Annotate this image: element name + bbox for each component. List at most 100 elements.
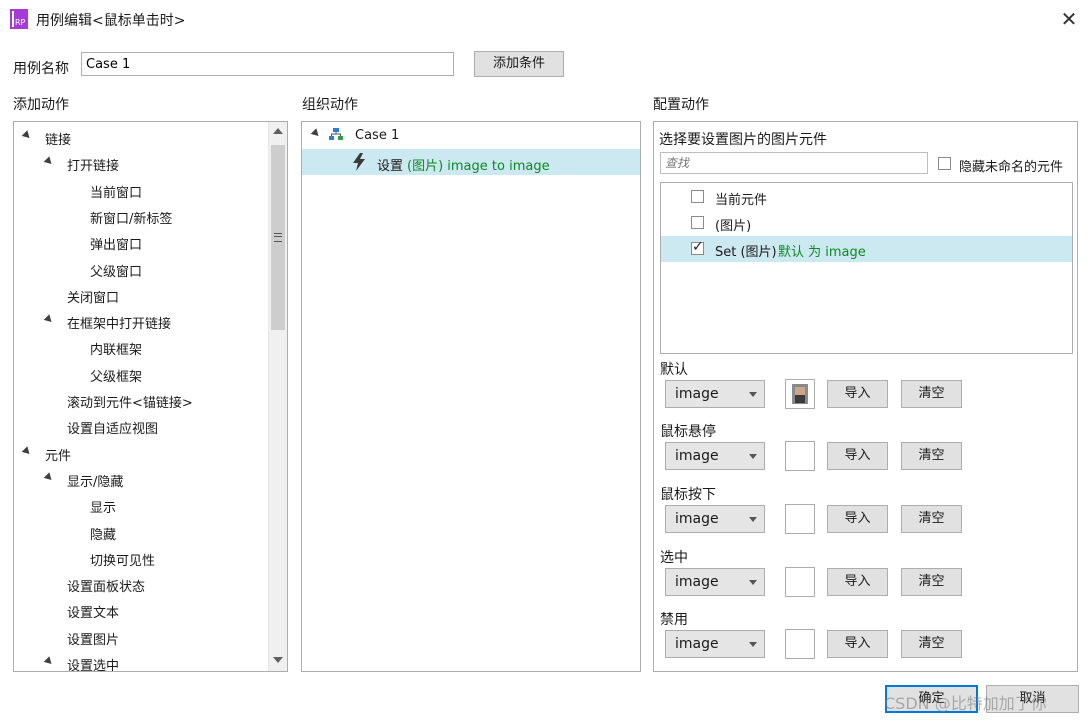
tree-item-label: 新窗口/新标签	[90, 211, 173, 227]
widget-item[interactable]: (图片)	[661, 210, 1072, 236]
close-button[interactable]: ✕	[1056, 6, 1082, 32]
action-tree-item[interactable]: 设置 (图片) image to image	[302, 149, 640, 175]
expand-triangle-icon[interactable]	[310, 128, 322, 139]
state-select-mousedown[interactable]: image	[665, 505, 765, 533]
tree-item[interactable]: 滚动到元件<锚链接>	[14, 390, 269, 412]
expand-triangle-icon[interactable]	[21, 445, 33, 457]
axure-rp-icon: RP	[10, 9, 28, 29]
hide-unnamed-label: 隐藏未命名的元件	[959, 160, 1064, 175]
case-name-input[interactable]	[81, 52, 454, 76]
tree-item-label: 滚动到元件<锚链接>	[67, 396, 193, 411]
clear-button[interactable]: 清空	[901, 442, 962, 470]
clear-button[interactable]: 清空	[901, 630, 962, 658]
case-name-label: 用例名称	[13, 61, 69, 77]
widget-label: 当前元件	[715, 193, 768, 208]
import-button[interactable]: 导入	[827, 380, 888, 408]
lightning-icon	[352, 153, 366, 171]
tree-item[interactable]: 隐藏	[14, 522, 269, 544]
widget-checkbox[interactable]	[691, 216, 704, 229]
tree-item[interactable]: 在框架中打开链接	[14, 311, 269, 333]
add-condition-button[interactable]: 添加条件	[474, 51, 564, 77]
tree-item-label: 链接	[45, 133, 72, 148]
action-prefix: 设置	[377, 159, 404, 174]
case-tree-item[interactable]: Case 1	[302, 122, 640, 148]
window-title: 用例编辑<鼠标单击时>	[36, 13, 186, 29]
state-select-hover[interactable]: image	[665, 442, 765, 470]
tree-item[interactable]: 设置选中	[14, 653, 269, 671]
state-select-selected[interactable]: image	[665, 568, 765, 596]
configure-action-panel: 选择要设置图片的图片元件 隐藏未命名的元件 当前元件 (图片) Set (图片)…	[653, 121, 1078, 672]
tree-item-label: 父级窗口	[90, 264, 143, 280]
tree-item-label: 在框架中打开链接	[67, 317, 172, 333]
scroll-down-icon[interactable]	[273, 657, 283, 663]
tree-item[interactable]: 打开链接	[14, 153, 269, 175]
widget-item[interactable]: 当前元件	[661, 184, 1072, 210]
tree-item[interactable]: 元件	[14, 443, 269, 465]
expand-triangle-icon[interactable]	[43, 156, 55, 168]
tree-item[interactable]: 新窗口/新标签	[14, 206, 269, 228]
expand-triangle-icon[interactable]	[43, 656, 55, 667]
search-input[interactable]	[660, 152, 928, 174]
tree-item[interactable]: 父级窗口	[14, 259, 269, 281]
tree-item[interactable]: 切换可见性	[14, 548, 269, 570]
widget-label: (图片)	[715, 219, 752, 234]
title-bar: RP 用例编辑<鼠标单击时> ✕	[0, 0, 1092, 38]
widget-checkbox[interactable]	[691, 190, 704, 203]
clear-button[interactable]: 清空	[901, 568, 962, 596]
tree-item-label: 关闭窗口	[67, 290, 120, 306]
tree-item-label: 内联框架	[90, 343, 143, 359]
tree-item-label: 父级框架	[90, 369, 143, 385]
clear-button[interactable]: 清空	[901, 380, 962, 408]
tree-item-label: 切换可见性	[90, 553, 156, 569]
widget-list[interactable]: 当前元件 (图片) Set (图片) 默认 为 image	[660, 182, 1073, 354]
hide-unnamed-checkbox[interactable]	[938, 157, 951, 170]
tree-item[interactable]: 链接	[14, 127, 269, 149]
expand-triangle-icon[interactable]	[21, 130, 33, 141]
tree-item[interactable]: 显示	[14, 495, 269, 517]
tree-item[interactable]: 显示/隐藏	[14, 469, 269, 491]
scroll-up-icon[interactable]	[273, 128, 283, 134]
image-thumbnail-empty	[785, 504, 815, 534]
import-button[interactable]: 导入	[827, 505, 888, 533]
tree-item[interactable]: 设置自适应视图	[14, 416, 269, 438]
expand-triangle-icon[interactable]	[43, 314, 55, 325]
add-action-tree[interactable]: 链接打开链接当前窗口新窗口/新标签 弹出窗口父级窗口关闭窗口在框架中打开链接 内联框…	[13, 121, 288, 672]
tree-item[interactable]: 设置面板状态	[14, 574, 269, 596]
tree-item[interactable]: 父级框架	[14, 364, 269, 386]
image-thumbnail-empty	[785, 629, 815, 659]
configure-action-heading: 配置动作	[653, 97, 709, 113]
scroll-thumb[interactable]	[271, 145, 285, 330]
import-button[interactable]: 导入	[827, 568, 888, 596]
state-select-disabled[interactable]: image	[665, 630, 765, 658]
tree-item-label: 隐藏	[90, 527, 117, 543]
tree-item-label: 设置自适应视图	[67, 422, 159, 438]
widget-label: Set (图片)	[715, 245, 777, 260]
tree-item-label: 设置图片	[67, 632, 120, 648]
state-select-default[interactable]: image	[665, 380, 765, 408]
cancel-button[interactable]: 取消	[986, 685, 1079, 713]
action-detail: (图片) image to image	[407, 159, 550, 174]
widget-checkbox-checked[interactable]	[691, 239, 704, 255]
widget-item-selected[interactable]: Set (图片) 默认 为 image	[661, 236, 1072, 262]
tree-item-label: 当前窗口	[90, 185, 143, 201]
tree-item[interactable]: 弹出窗口	[14, 232, 269, 254]
organize-action-tree[interactable]: Case 1 设置 (图片) image to image	[301, 121, 641, 672]
state-label-disabled: 禁用	[660, 612, 688, 628]
tree-item[interactable]: 设置文本	[14, 600, 269, 622]
clear-button[interactable]: 清空	[901, 505, 962, 533]
tree-item[interactable]: 当前窗口	[14, 180, 269, 202]
tree-item-label: 弹出窗口	[90, 238, 143, 254]
case-label: Case 1	[355, 128, 400, 143]
ok-button[interactable]: 确定	[885, 685, 978, 713]
tree-item[interactable]: 关闭窗口	[14, 285, 269, 307]
image-thumbnail	[785, 379, 815, 409]
tree-item[interactable]: 内联框架	[14, 337, 269, 359]
image-thumbnail-empty	[785, 441, 815, 471]
tree-item[interactable]: 设置图片	[14, 627, 269, 649]
import-button[interactable]: 导入	[827, 442, 888, 470]
vertical-scrollbar[interactable]	[268, 122, 287, 671]
tree-item-label: 设置文本	[67, 606, 120, 622]
expand-triangle-icon[interactable]	[43, 472, 55, 483]
widget-suffix: 默认 为 image	[778, 245, 866, 260]
import-button[interactable]: 导入	[827, 630, 888, 658]
